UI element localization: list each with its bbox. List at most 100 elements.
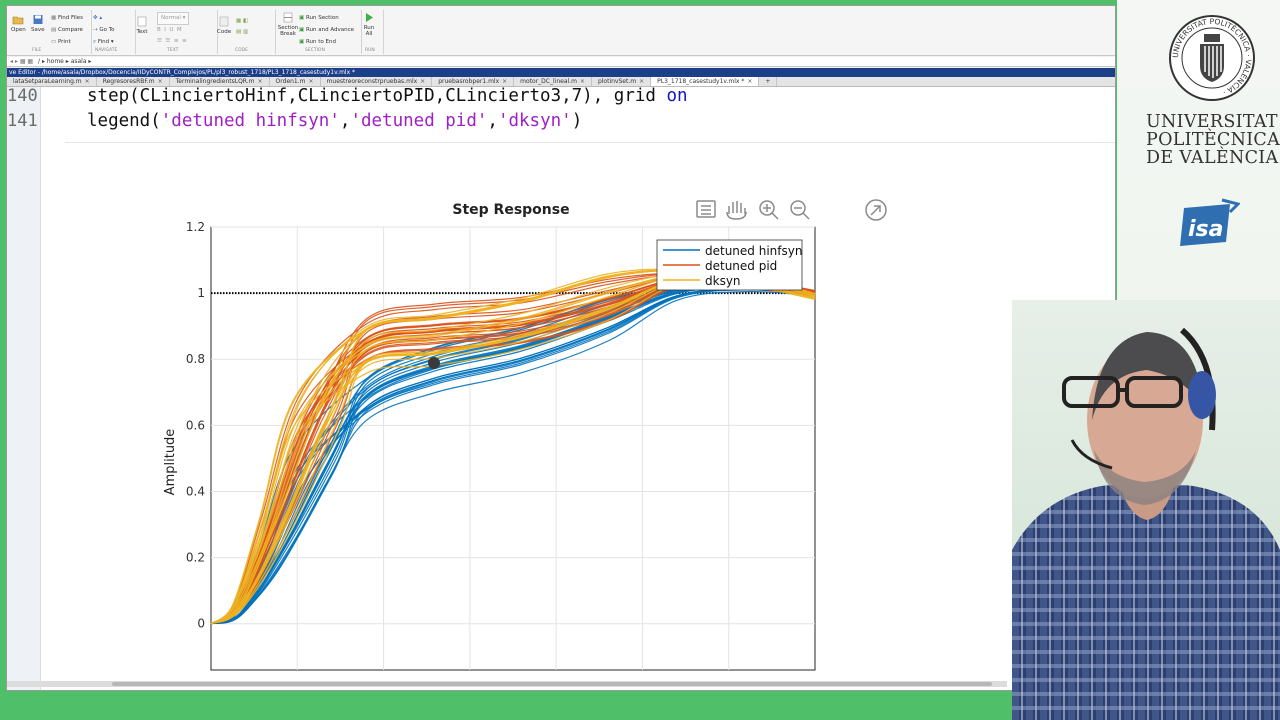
run-section-button[interactable]: ▣ Run Section <box>299 12 354 24</box>
editor-tab[interactable]: RegresoresRBF.m × <box>97 77 170 86</box>
code-text: legend( <box>87 111 161 131</box>
code-button[interactable]: Code <box>217 16 231 35</box>
figure-output <box>65 142 1115 690</box>
run-all-label: Run All <box>363 25 375 37</box>
ribbon-separator <box>91 10 92 54</box>
university-name-line: DE VALÈNCIA <box>1146 148 1279 168</box>
editor-tab[interactable]: lataSetparaLearning.m × <box>7 77 97 86</box>
style-dropdown[interactable]: Normal ▾ <box>157 12 190 25</box>
tab-label: plotinvSet.m <box>597 78 637 85</box>
save-label: Save <box>31 27 45 33</box>
code-string: 'detuned pid' <box>350 111 488 131</box>
live-editor[interactable]: 140 141 step(CLinciertoHinf,CLinciertoPI… <box>7 86 1115 690</box>
tab-label: muestreoreconstrpruebas.mlx <box>326 78 418 85</box>
tab-label: TerminalingredientsLQR.m <box>175 78 255 85</box>
compare-button[interactable]: ▤ Compare <box>51 24 83 36</box>
compare-label: Compare <box>57 27 83 33</box>
section-break-button[interactable]: Section Break <box>277 12 299 37</box>
code-line[interactable]: step(CLinciertoHinf,CLinciertoPID,CLinci… <box>87 86 688 106</box>
bottom-strip <box>0 691 1012 720</box>
editor-tab[interactable]: TerminalingredientsLQR.m × <box>170 77 270 86</box>
find-files-button[interactable]: ▦ Find Files <box>51 12 83 24</box>
go-to-button[interactable]: ⇢ Go To <box>93 24 115 36</box>
scrollbar-thumb[interactable] <box>112 682 992 686</box>
file-section-label: FILE <box>32 48 42 53</box>
section-break-label: Section Break <box>277 25 299 37</box>
list-buttons[interactable]: ☰ ☰ ≡ ≡ <box>157 36 189 47</box>
editor-ribbon: Open Save ▦ Find Files ▤ Compare ▭ Print… <box>7 6 1115 56</box>
code-tools[interactable]: ▦ ◧ ▤ ▥ <box>236 16 248 38</box>
ribbon-separator <box>361 10 362 54</box>
close-icon[interactable]: × <box>747 78 752 85</box>
tab-label: motor_DC_lineal.m <box>520 78 577 85</box>
navigate-arrows[interactable]: ✥ ▴ <box>93 12 115 24</box>
editor-title: ve Editor - /home/asala/Dropbox/Docencia… <box>9 69 356 76</box>
close-icon[interactable]: × <box>158 78 163 85</box>
section-break-icon <box>283 12 293 23</box>
run-to-end-label: Run to End <box>305 39 336 45</box>
horizontal-scrollbar[interactable] <box>7 681 1007 687</box>
print-button[interactable]: ▭ Print <box>51 36 83 48</box>
university-seal-logo: UNIVERSITAT POLITÈCNICA · VALÈNCIA · <box>1169 15 1255 101</box>
university-name-line: POLITÈCNICA <box>1146 130 1280 150</box>
text-label: Text <box>136 29 148 35</box>
university-name-line: UNIVERSITAT <box>1146 112 1278 132</box>
close-icon[interactable]: × <box>258 78 263 85</box>
code-string: 'detuned hinfsyn' <box>160 111 340 131</box>
editor-tab[interactable]: motor_DC_lineal.m × <box>514 77 592 86</box>
save-button[interactable]: Save <box>31 14 45 33</box>
navigate-section-label: NAVIGATE <box>95 48 118 53</box>
editor-tab[interactable]: plotinvSet.m × <box>592 77 652 86</box>
line-number: 140 <box>7 86 38 106</box>
format-buttons[interactable]: B I U M <box>157 25 189 36</box>
line-number-gutter: 140 141 <box>7 86 41 690</box>
address-bar[interactable]: ◂ ▸ ▦ ▦ / ▸ home ▸ asala ▸ <box>7 57 1115 67</box>
editor-tab-active[interactable]: PL3_1718_casestudy1v.mlx * × <box>651 77 760 86</box>
presenter-webcam <box>1012 300 1280 720</box>
tab-label: pruebasrobper1.mlx <box>438 78 500 85</box>
close-icon[interactable]: × <box>85 78 90 85</box>
editor-title-bar: ve Editor - /home/asala/Dropbox/Docencia… <box>7 68 1115 77</box>
run-and-advance-button[interactable]: ▣ Run and Advance <box>299 24 354 36</box>
find-button[interactable]: ⌕ Find ▾ <box>93 36 115 48</box>
editor-tab[interactable]: Orden1.m × <box>270 77 321 86</box>
code-section-label: CODE <box>235 48 248 53</box>
save-icon <box>33 15 43 24</box>
close-icon[interactable]: × <box>502 78 507 85</box>
nav-arrows-icon[interactable]: ◂ ▸ ▦ ▦ <box>7 58 36 65</box>
close-icon[interactable]: × <box>420 78 425 85</box>
editor-tab[interactable]: pruebasrobper1.mlx × <box>432 77 515 86</box>
open-label: Open <box>11 27 26 33</box>
folder-icon <box>13 16 24 25</box>
text-button[interactable]: Text <box>136 16 148 35</box>
code-line[interactable]: legend('detuned hinfsyn','detuned pid','… <box>87 111 582 131</box>
presenter-shirt <box>1012 485 1280 720</box>
run-and-advance-label: Run and Advance <box>305 27 355 33</box>
code-text: step(CLinciertoHinf,CLinciertoPID,CLinci… <box>87 86 667 106</box>
run-to-end-button[interactable]: ▣ Run to End <box>299 36 354 48</box>
isa-text: isa <box>1188 217 1223 242</box>
run-all-button[interactable]: Run All <box>363 12 375 37</box>
address-path: / ▸ home ▸ asala ▸ <box>38 58 92 65</box>
code-text: , <box>339 111 351 131</box>
tab-label: Orden1.m <box>275 78 306 85</box>
close-icon[interactable]: × <box>580 78 585 85</box>
find-files-label: Find Files <box>57 15 84 21</box>
style-dropdown-value: Normal <box>161 15 181 21</box>
run-icon <box>366 13 373 22</box>
run-section-label: Run Section <box>305 15 339 21</box>
text-icon <box>137 16 147 27</box>
print-label: Print <box>57 39 71 45</box>
close-icon[interactable]: × <box>639 78 644 85</box>
code-icon <box>219 16 229 27</box>
code-label: Code <box>217 29 232 35</box>
new-tab-button[interactable]: + <box>759 77 778 86</box>
section-section-label: SECTION <box>305 48 325 53</box>
ribbon-separator <box>275 10 276 54</box>
run-section-label: RUN <box>365 48 375 53</box>
tab-label: RegresoresRBF.m <box>102 78 155 85</box>
close-icon[interactable]: × <box>309 78 314 85</box>
editor-tab[interactable]: muestreoreconstrpruebas.mlx × <box>321 77 433 86</box>
go-to-label: Go To <box>99 27 115 33</box>
open-button[interactable]: Open <box>11 14 26 33</box>
